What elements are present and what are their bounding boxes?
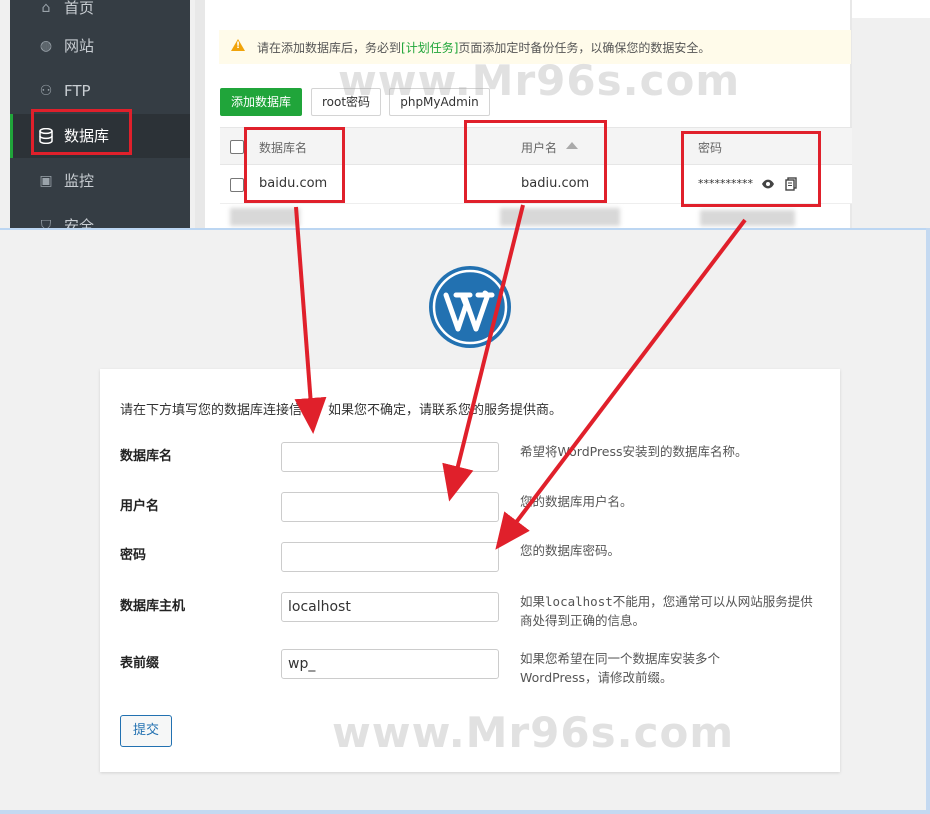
notice-text: 请在添加数据库后，务必到[计划任务]页面添加定时备份任务，以确保您的数据安全。 [257,41,711,55]
monitor-icon: ▣ [39,173,53,189]
dbname-label: 数据库名 [120,449,173,464]
prefix-input[interactable]: wp_ [281,649,499,679]
warning-icon: ! [231,39,245,51]
ftp-icon: ⚇ [39,83,53,99]
blurred-cell [500,208,620,226]
submit-button[interactable]: 提交 [120,715,172,747]
annotation-box-db-name [244,127,345,203]
sidebar-item-monitor[interactable]: ▣ 监控 [10,159,190,203]
sidebar-item-label: 首页 [64,0,95,17]
blurred-cell [700,210,795,226]
sidebar-item-ftp[interactable]: ⚇ FTP [10,69,190,113]
username-input[interactable] [281,492,499,522]
wordpress-logo-icon [429,266,511,348]
password-label: 密码 [120,548,147,563]
watermark-top: www.Mr96s.com [338,56,741,105]
sidebar-item-website[interactable]: ◍ 网站 [10,24,190,68]
select-all-checkbox[interactable] [230,140,244,154]
annotation-box-password [681,131,821,207]
prefix-hint: 如果您希望在同一个数据库安装多个WordPress，请修改前缀。 [520,651,721,685]
globe-icon: ◍ [39,38,53,54]
sidebar-item-label: 网站 [64,37,95,55]
username-hint: 您的数据库用户名。 [520,494,633,509]
sidebar-item-security[interactable]: ⛉ 安全 [10,204,190,230]
prefix-label: 表前缀 [120,656,160,671]
dbhost-hint: 如果localhost不能用，您通常可以从网站服务提供商处得到正确的信息。 [520,594,813,628]
annotation-box-database-menu [31,109,132,155]
form-intro: 请在下方填写您的数据库连接信息。如果您不确定，请联系您的服务提供商。 [120,403,563,418]
home-icon: ⌂ [41,0,51,16]
dbhost-label: 数据库主机 [120,599,186,614]
dbname-hint: 希望将WordPress安装到的数据库名称。 [520,444,748,459]
annotation-box-username [464,120,607,203]
sidebar-item-label: 监控 [64,172,95,190]
window-edge [926,228,930,814]
password-input[interactable] [281,542,499,572]
row-checkbox[interactable] [230,178,244,192]
dbname-input[interactable] [281,442,499,472]
top-white-strip [852,0,930,18]
username-label: 用户名 [120,499,160,514]
blurred-cell [230,208,300,226]
watermark-bottom: www.Mr96s.com [332,708,735,757]
add-database-button[interactable]: 添加数据库 [220,88,302,116]
schedule-task-link[interactable]: [计划任务] [401,41,458,55]
dbhost-input[interactable]: localhost [281,592,499,622]
window-edge [0,810,930,814]
bt-panel-screenshot: ⌂ 首页 ◍ 网站 ⚇ FTP 数据库 ▣ 监控 ⛉ 安全 ! 请在添加数据库后 [0,0,930,230]
sidebar-item-label: FTP [64,82,91,100]
password-hint: 您的数据库密码。 [520,543,621,558]
